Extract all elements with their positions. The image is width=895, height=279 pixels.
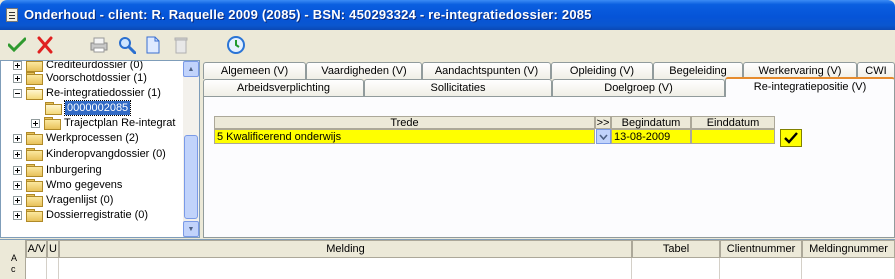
tab-sollicitaties[interactable]: Sollicitaties <box>364 79 552 96</box>
tab-aandachtspunten[interactable]: Aandachtspunten (V) <box>422 62 551 79</box>
column-header-clientnummer[interactable]: Clientnummer <box>720 240 802 258</box>
column-header-more[interactable]: >> <box>595 116 611 129</box>
tree-item[interactable]: Trajectplan Re-integrat <box>31 116 175 130</box>
tree-item[interactable]: Vragenlijst (0) <box>13 193 113 207</box>
confirm-row-button[interactable] <box>780 129 802 147</box>
expand-icon[interactable] <box>31 118 40 128</box>
cancel-button[interactable] <box>34 34 56 56</box>
tab-arbeidsverplichting[interactable]: Arbeidsverplichting <box>203 79 364 96</box>
scroll-down-icon[interactable]: ▼ <box>183 221 199 237</box>
message-cell[interactable] <box>59 258 632 279</box>
trede-cell[interactable]: 5 Kwalificerend onderwijs <box>214 129 595 144</box>
einddatum-cell[interactable] <box>691 129 775 144</box>
new-document-button[interactable] <box>142 34 164 56</box>
folder-icon <box>26 164 43 177</box>
document-icon <box>146 36 160 54</box>
open-folder-icon <box>45 102 62 115</box>
expand-icon[interactable] <box>13 180 22 190</box>
tab-re-integratiepositie[interactable]: Re-integratiepositie (V) <box>725 77 895 97</box>
tree-item-selected[interactable]: 0000002085 <box>45 100 132 116</box>
column-header-begindatum[interactable]: Begindatum <box>611 116 691 129</box>
folder-icon <box>44 117 61 130</box>
tree-item[interactable]: Dossierregistratie (0) <box>13 208 148 222</box>
message-cell[interactable] <box>47 258 59 279</box>
message-cell[interactable] <box>720 258 802 279</box>
checkmark-icon <box>784 132 798 144</box>
tree-item[interactable]: Voorschotdossier (1) <box>13 71 147 85</box>
scroll-thumb[interactable] <box>184 135 198 219</box>
tree-item[interactable]: Inburgering <box>13 163 102 177</box>
collapse-icon[interactable] <box>13 88 22 98</box>
save-button[interactable] <box>6 34 28 56</box>
search-button[interactable] <box>116 34 138 56</box>
tree-item[interactable]: Wmo gegevens <box>13 178 122 192</box>
folder-icon <box>26 194 43 207</box>
expand-icon[interactable] <box>13 73 22 83</box>
tree-item[interactable]: Kinderopvangdossier (0) <box>13 147 166 161</box>
expand-icon[interactable] <box>13 61 22 70</box>
tab-opleiding[interactable]: Opleiding (V) <box>551 62 653 79</box>
scroll-up-icon[interactable]: ▲ <box>183 61 199 77</box>
title-bar: Onderhoud - client: R. Raquelle 2009 (20… <box>0 0 895 30</box>
message-cell[interactable] <box>26 258 47 279</box>
tree-vertical-scrollbar[interactable]: ▲ ▼ <box>183 61 199 237</box>
tree-item[interactable]: Werkprocessen (2) <box>13 131 139 145</box>
tab-doelgroep[interactable]: Doelgroep (V) <box>552 79 725 96</box>
open-folder-icon <box>26 87 43 100</box>
column-header-u[interactable]: U <box>47 240 59 258</box>
tree-item[interactable]: Re-integratiedossier (1) <box>13 86 161 100</box>
dropdown-arrow-icon[interactable] <box>596 129 611 144</box>
message-cell[interactable] <box>802 258 895 279</box>
tab-panel-re-integratiepositie: Trede >> Begindatum Einddatum 5 Kwalific… <box>203 96 895 238</box>
folder-icon <box>26 72 43 85</box>
begindatum-cell[interactable]: 13-08-2009 <box>611 129 691 144</box>
column-header-tabel[interactable]: Tabel <box>632 240 720 258</box>
window-title: Onderhoud - client: R. Raquelle 2009 (20… <box>24 7 592 22</box>
dossier-tree[interactable]: Crediteurdossier (0) Voorschotdossier (1… <box>0 60 200 238</box>
folder-icon <box>26 209 43 222</box>
printer-icon <box>90 37 108 53</box>
message-cell[interactable] <box>632 258 720 279</box>
app-document-icon <box>6 8 18 22</box>
trash-icon <box>174 37 188 54</box>
folder-icon <box>26 148 43 161</box>
folder-icon <box>26 179 43 192</box>
expand-icon[interactable] <box>13 133 22 143</box>
expand-icon[interactable] <box>13 195 22 205</box>
column-header-meldingnummer[interactable]: Meldingnummer <box>802 240 895 258</box>
column-header-melding[interactable]: Melding <box>59 240 632 258</box>
print-button[interactable] <box>88 34 110 56</box>
toolbar <box>0 30 895 60</box>
folder-icon <box>26 132 43 145</box>
magnifier-icon <box>119 37 136 54</box>
red-x-icon <box>37 36 53 54</box>
delete-button[interactable] <box>170 34 192 56</box>
message-grid: A c A/V U Melding Tabel Clientnummer Mel… <box>0 239 895 279</box>
expand-icon[interactable] <box>13 149 22 159</box>
column-header-trede[interactable]: Trede <box>214 116 595 129</box>
checkmark-icon <box>8 37 26 53</box>
tab-area: Algemeen (V) Vaardigheden (V) Aandachtsp… <box>203 62 895 238</box>
row-marker: A c <box>0 240 26 279</box>
expand-icon[interactable] <box>13 210 22 220</box>
history-button[interactable] <box>225 34 247 56</box>
column-header-einddatum[interactable]: Einddatum <box>691 116 775 129</box>
tab-algemeen[interactable]: Algemeen (V) <box>203 62 306 79</box>
column-header-av[interactable]: A/V <box>26 240 47 258</box>
tab-vaardigheden[interactable]: Vaardigheden (V) <box>306 62 422 79</box>
expand-icon[interactable] <box>13 165 22 175</box>
folder-icon <box>26 61 43 72</box>
clock-refresh-icon <box>227 36 245 54</box>
